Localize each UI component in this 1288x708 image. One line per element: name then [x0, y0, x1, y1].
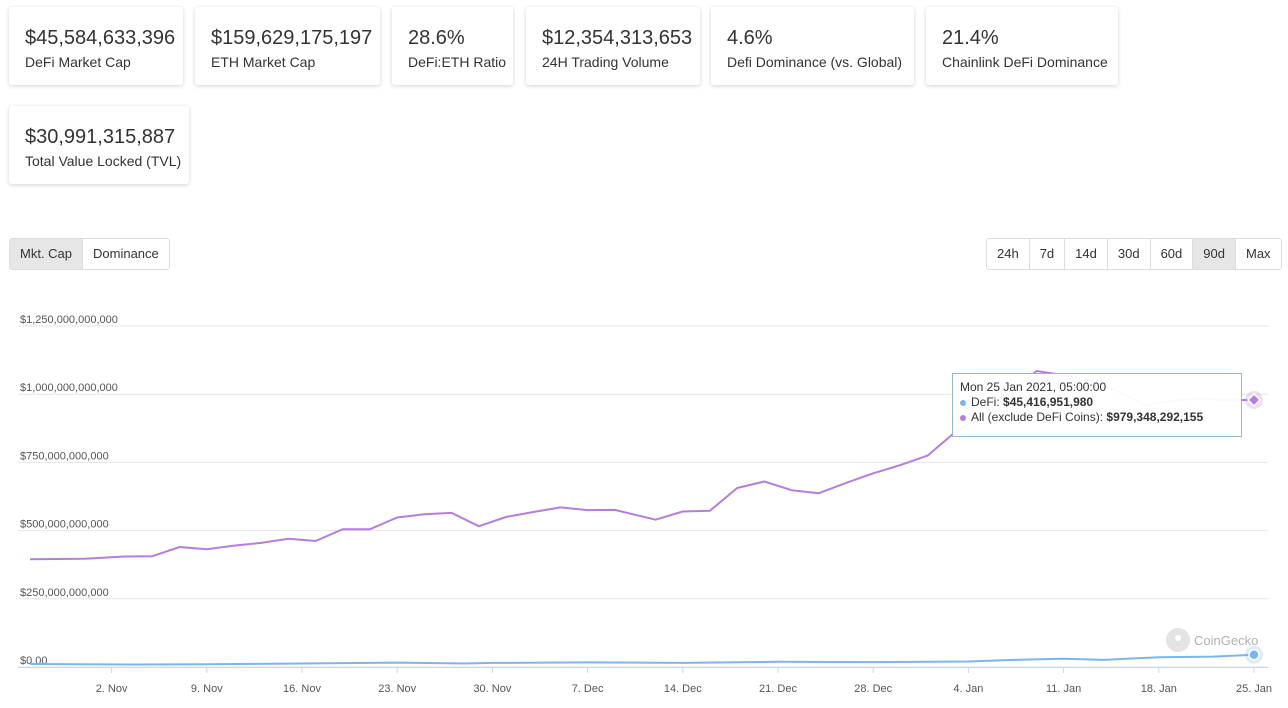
card-trading-volume: $12,354,313,653 24H Trading Volume	[526, 7, 700, 85]
x-tick-label: 11. Jan	[1046, 683, 1081, 695]
tab-mkt-cap[interactable]: Mkt. Cap	[10, 239, 84, 269]
x-tick-label: 21. Dec	[759, 683, 797, 695]
x-tick-label: 2. Nov	[96, 683, 128, 695]
chart-tooltip: Mon 25 Jan 2021, 05:00:00 DeFi: $45,416,…	[952, 373, 1242, 437]
x-tick-label: 14. Dec	[664, 683, 702, 695]
range-90d[interactable]: 90d	[1193, 239, 1236, 269]
card-label: Total Value Locked (TVL)	[25, 153, 182, 169]
x-tick-label: 4. Jan	[953, 683, 983, 695]
card-defi-market-cap: $45,584,633,396 DeFi Market Cap	[9, 7, 183, 85]
defi-marker-icon	[960, 399, 966, 406]
y-tick-label: $0.00	[20, 655, 48, 667]
x-tick-label: 7. Dec	[572, 683, 604, 695]
range-24h[interactable]: 24h	[987, 239, 1030, 269]
card-label: DeFi:ETH Ratio	[408, 54, 507, 70]
card-defi-eth-ratio: 28.6% DeFi:ETH Ratio	[392, 7, 513, 85]
tooltip-date: Mon 25 Jan 2021, 05:00:00	[960, 380, 1107, 394]
card-value: $30,991,315,887	[25, 126, 176, 148]
tab-dominance[interactable]: Dominance	[83, 239, 169, 269]
y-tick-label: $750,000,000,000	[20, 450, 109, 462]
tooltip-defi-value: $45,416,951,980	[1003, 395, 1094, 409]
card-defi-dominance: 4.6% Defi Dominance (vs. Global)	[711, 7, 914, 85]
card-label: ETH Market Cap	[211, 54, 316, 70]
card-chainlink-dominance: 21.4% Chainlink DeFi Dominance	[926, 7, 1118, 85]
x-tick-label: 18. Jan	[1141, 683, 1177, 695]
coingecko-watermark: CoinGecko	[1166, 628, 1258, 652]
tooltip-all-value: $979,348,292,155	[1106, 410, 1204, 424]
card-value: $45,584,633,396	[25, 27, 176, 49]
tooltip-defi-label: DeFi:	[971, 395, 1000, 409]
tooltip-all-label: All (exclude DeFi Coins):	[971, 410, 1104, 424]
card-value: $159,629,175,197	[211, 27, 373, 49]
y-tick-label: $500,000,000,000	[20, 519, 109, 531]
view-toggle: Mkt. Cap Dominance	[9, 238, 170, 270]
tooltip-all-row: All (exclude DeFi Coins): $979,348,292,1…	[960, 410, 1234, 425]
card-value: 28.6%	[408, 27, 465, 49]
tooltip-defi-row: DeFi: $45,416,951,980	[960, 395, 1234, 410]
market-cap-chart[interactable]: $0.00 $250,000,000,000 $500,000,000,000 $75…	[0, 300, 1288, 708]
range-selector: 24h 7d 14d 30d 60d 90d Max	[986, 238, 1282, 270]
all-marker-icon	[960, 414, 966, 421]
card-tvl: $30,991,315,887 Total Value Locked (TVL)	[9, 106, 189, 184]
card-label: Defi Dominance (vs. Global)	[727, 54, 903, 70]
watermark-text: CoinGecko	[1194, 632, 1259, 648]
card-value: 4.6%	[727, 27, 773, 49]
range-14d[interactable]: 14d	[1065, 239, 1108, 269]
defi-series-line	[29, 653, 1255, 666]
x-tick-label: 9. Nov	[191, 683, 223, 695]
x-tick-label: 25. Jan	[1236, 683, 1272, 695]
y-tick-label: $1,250,000,000,000	[20, 314, 118, 326]
card-label: 24H Trading Volume	[542, 54, 669, 70]
range-7d[interactable]: 7d	[1029, 239, 1066, 269]
card-eth-market-cap: $159,629,175,197 ETH Market Cap	[195, 7, 380, 85]
card-label: DeFi Market Cap	[25, 54, 131, 70]
range-60d[interactable]: 60d	[1150, 239, 1194, 269]
card-value: 21.4%	[942, 27, 999, 49]
y-tick-label: $1,000,000,000,000	[20, 382, 118, 394]
x-tick-label: 23. Nov	[378, 683, 416, 695]
range-max[interactable]: Max	[1235, 239, 1281, 269]
range-30d[interactable]: 30d	[1107, 239, 1151, 269]
card-value: $12,354,313,653	[542, 27, 693, 49]
coingecko-logo-icon	[1166, 628, 1190, 652]
x-tick-label: 30. Nov	[473, 683, 511, 695]
x-tick-label: 16. Nov	[283, 683, 321, 695]
x-tick-label: 28. Dec	[854, 683, 892, 695]
card-label: Chainlink DeFi Dominance	[942, 54, 1108, 70]
y-tick-label: $250,000,000,000	[20, 587, 109, 599]
